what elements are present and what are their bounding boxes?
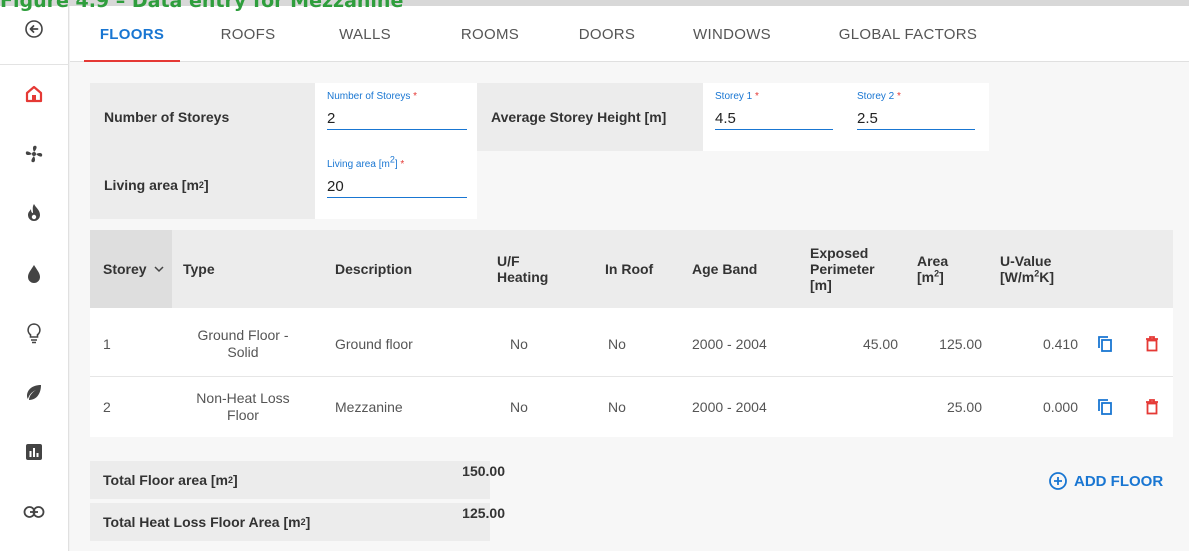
table-row: 1 Ground Floor - Solid Ground floor No N…	[90, 312, 1173, 376]
storey-2-height-input[interactable]	[857, 108, 975, 130]
in-roof-cell: No	[608, 335, 626, 352]
water-drop-icon[interactable]	[19, 259, 49, 289]
figure-caption: Figure 4.9 – Data entry for Mezzanine	[0, 0, 404, 12]
floors-panel: Number of Storeys Number of Storeys * Av…	[70, 62, 1189, 551]
storey-cell: 1	[103, 335, 111, 352]
exposed-perimeter-cell: 45.00	[862, 335, 898, 352]
delete-icon[interactable]	[1140, 332, 1164, 356]
storey-1-height-input[interactable]	[715, 108, 833, 130]
copy-icon[interactable]	[1093, 395, 1117, 419]
living-area-input[interactable]	[327, 176, 467, 198]
storey-2-height-field: Storey 2 *	[857, 91, 975, 130]
uf-heating-column-header: U/F Heating	[497, 253, 549, 285]
uf-heating-cell: No	[510, 398, 528, 415]
floors-table: Storey Type Description U/F Heating In R…	[90, 230, 1173, 437]
add-circle-icon	[1049, 472, 1067, 490]
storey-column-header[interactable]: Storey	[90, 230, 172, 308]
type-column-header: Type	[183, 261, 215, 277]
fan-icon[interactable]	[19, 139, 49, 169]
description-column-header: Description	[335, 261, 413, 277]
average-storey-height-label: Average Storey Height [m]	[477, 83, 703, 151]
living-area-label: Living area [m 2]	[90, 151, 315, 219]
table-row: 2 Non-Heat Loss Floor Mezzanine No No 20…	[90, 377, 1173, 441]
storeys-field-cell: Number of Storeys *	[315, 83, 477, 151]
sidebar	[0, 6, 69, 551]
u-value-cell: 0.000	[1042, 398, 1078, 415]
delete-icon[interactable]	[1140, 395, 1164, 419]
in-roof-cell: No	[608, 398, 626, 415]
description-cell: Mezzanine	[335, 398, 403, 415]
age-band-cell: 2000 - 2004	[692, 335, 767, 352]
chart-icon[interactable]	[19, 437, 49, 467]
area-cell: 25.00	[946, 398, 982, 415]
home-icon[interactable]	[19, 79, 49, 109]
in-roof-column-header: In Roof	[605, 261, 654, 277]
table-header: Storey Type Description U/F Heating In R…	[90, 230, 1173, 308]
copy-icon[interactable]	[1093, 332, 1117, 356]
tab-floors[interactable]: FLOORS	[84, 6, 180, 62]
storey-cell: 2	[103, 398, 111, 415]
u-value-column-header: U-Value [W/m2K]	[1000, 253, 1055, 285]
area-cell: 125.00	[939, 335, 982, 352]
field-label: Living area [m2] *	[327, 154, 405, 170]
exposed-perimeter-column-header: Exposed Perimeter [m]	[810, 245, 875, 293]
number-of-storeys-input[interactable]	[327, 108, 467, 130]
living-area-field: Living area [m2] *	[327, 154, 467, 198]
tab-bar: FLOORS ROOFS WALLS ROOMS DOORS WINDOWS G…	[70, 6, 1189, 62]
u-value-cell: 0.410	[1042, 335, 1078, 352]
storey-heights-cell: Storey 1 * Storey 2 *	[703, 83, 989, 151]
link-icon[interactable]	[19, 497, 49, 527]
living-area-field-cell: Living area [m2] *	[315, 151, 477, 219]
tab-doors[interactable]: DOORS	[562, 6, 652, 62]
tab-walls[interactable]: WALLS	[320, 6, 410, 62]
tab-label: FLOORS	[99, 25, 165, 43]
type-cell: Ground Floor - Solid	[197, 327, 289, 360]
chevron-down-icon	[154, 266, 164, 273]
field-label: Storey 1 *	[715, 91, 759, 102]
tab-global-factors[interactable]: GLOBAL FACTORS	[828, 6, 988, 62]
total-heat-loss-floor-area-value: 125.00	[462, 505, 505, 521]
flame-icon[interactable]	[19, 198, 49, 228]
age-band-cell: 2000 - 2004	[692, 398, 767, 415]
back-arrow-icon[interactable]	[19, 14, 49, 44]
add-floor-label: ADD FLOOR	[1074, 472, 1164, 490]
area-column-header: Area [m2]	[917, 253, 949, 285]
tab-rooms[interactable]: ROOMS	[445, 6, 535, 62]
lightbulb-icon[interactable]	[19, 318, 49, 348]
total-floor-area-value: 150.00	[462, 463, 505, 479]
description-cell: Ground floor	[335, 335, 413, 352]
field-label: Storey 2 *	[857, 91, 901, 102]
number-of-storeys-field: Number of Storeys *	[327, 91, 467, 130]
storeys-label: Number of Storeys	[90, 83, 315, 151]
type-cell: Non-Heat Loss Floor	[196, 390, 290, 423]
uf-heating-cell: No	[510, 335, 528, 352]
age-band-column-header: Age Band	[692, 261, 758, 277]
field-label: Number of Storeys *	[327, 91, 418, 102]
tab-windows[interactable]: WINDOWS	[682, 6, 782, 62]
add-floor-button[interactable]: ADD FLOOR	[1048, 467, 1163, 495]
leaf-icon[interactable]	[19, 378, 49, 408]
exposed-perimeter-cell	[810, 377, 898, 437]
storey-1-height-field: Storey 1 *	[715, 91, 833, 130]
tab-roofs[interactable]: ROOFS	[203, 6, 293, 62]
sidebar-divider	[0, 64, 69, 65]
